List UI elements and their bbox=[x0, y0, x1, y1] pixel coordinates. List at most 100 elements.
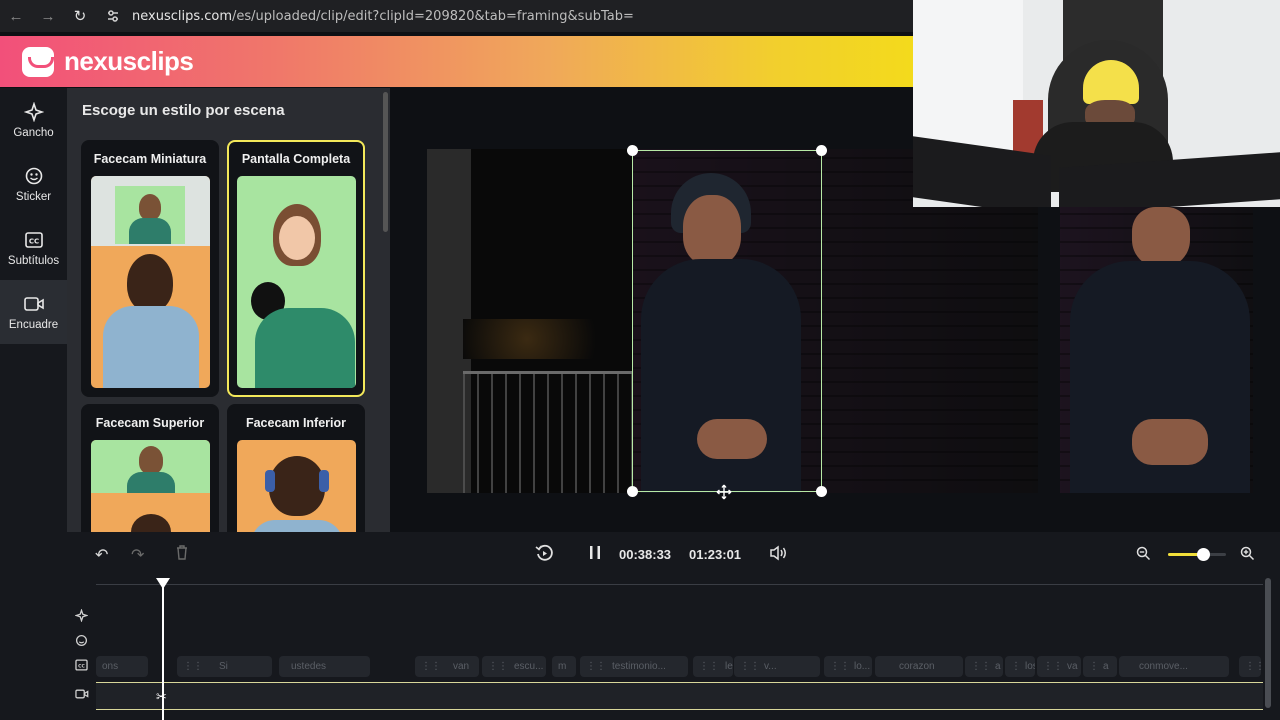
sidebar: Gancho Sticker CC Subtítulos Encuadre bbox=[0, 88, 67, 720]
timeline: ↶ ↷ 00:38:33 01:23:01 CC ons ⋮⋮ Si ustede… bbox=[67, 532, 1280, 720]
subtitle-text: van bbox=[453, 661, 470, 672]
style-thumbnail bbox=[91, 440, 210, 532]
subtitle-chip[interactable]: ⋮⋮ escu... bbox=[482, 656, 546, 677]
subtitle-chip[interactable]: ⋮⋮ va bbox=[1037, 656, 1081, 677]
subtitle-chip[interactable]: ⋮⋮ a bbox=[965, 656, 1003, 677]
style-card-facecam-inferior[interactable]: Facecam Inferior bbox=[227, 404, 365, 532]
trash-icon[interactable] bbox=[175, 544, 189, 565]
replay-icon[interactable] bbox=[535, 544, 554, 568]
url-path: /es/uploaded/clip/edit?clipId=209820&tab… bbox=[232, 8, 634, 24]
zoom-slider[interactable] bbox=[1168, 548, 1226, 561]
cc-icon: CC bbox=[75, 659, 88, 674]
sidebar-item-subtitulos[interactable]: CC Subtítulos bbox=[0, 216, 67, 280]
subtitle-text: escu... bbox=[514, 661, 544, 672]
move-icon[interactable] bbox=[716, 484, 732, 500]
subtitle-text: los bbox=[1025, 661, 1035, 672]
address-bar[interactable]: nexusclips.com/es/uploaded/clip/edit?cli… bbox=[102, 5, 634, 27]
subtitle-text: Si bbox=[219, 661, 228, 672]
video-track[interactable] bbox=[96, 682, 1263, 710]
style-card-label: Facecam Miniatura bbox=[93, 152, 207, 166]
subtitle-text: testimonio... bbox=[612, 661, 666, 672]
subtitle-chip[interactable]: ⋮⋮les bbox=[693, 656, 733, 677]
subtitle-text: a bbox=[995, 661, 1001, 672]
zoom-out-icon[interactable] bbox=[1136, 546, 1151, 566]
style-card-label: Facecam Inferior bbox=[245, 416, 347, 430]
undo-icon[interactable]: ↶ bbox=[95, 545, 108, 565]
sparkle-icon bbox=[22, 100, 45, 124]
crop-handle-top-right[interactable] bbox=[816, 145, 827, 156]
subtitle-chip[interactable]: ⋮⋮ lo... bbox=[824, 656, 872, 677]
subtitle-chip[interactable]: corazon bbox=[875, 656, 963, 677]
url-host: nexusclips.com bbox=[132, 8, 233, 24]
night-background bbox=[427, 149, 632, 493]
subtitle-text: les bbox=[725, 661, 733, 672]
volume-icon[interactable] bbox=[769, 545, 788, 566]
svg-text:CC: CC bbox=[78, 663, 85, 669]
subtitle-chip[interactable]: conmove... bbox=[1119, 656, 1229, 677]
timeline-ruler bbox=[96, 584, 1263, 585]
svg-text:CC: CC bbox=[28, 237, 38, 245]
subtitle-text: conmove... bbox=[1139, 661, 1188, 672]
url-text: nexusclips.com/es/uploaded/clip/edit?cli… bbox=[132, 9, 634, 24]
style-card-facecam-superior[interactable]: Facecam Superior bbox=[81, 404, 219, 532]
subtitle-chip[interactable]: ons bbox=[96, 656, 148, 677]
output-preview bbox=[1060, 207, 1253, 493]
sidebar-item-label: Sticker bbox=[15, 190, 52, 203]
subtitle-chip[interactable]: ⋮⋮ v... bbox=[734, 656, 820, 677]
sidebar-item-sticker[interactable]: Sticker bbox=[0, 152, 67, 216]
style-thumbnail bbox=[237, 176, 356, 388]
subtitle-chip[interactable]: ⋮⋮ van bbox=[415, 656, 479, 677]
site-settings-icon[interactable] bbox=[102, 5, 124, 27]
style-panel: Escoge un estilo por escena Facecam Mini… bbox=[67, 88, 390, 532]
subtitle-text: corazon bbox=[899, 661, 935, 672]
style-thumbnail bbox=[237, 440, 356, 532]
subtitle-chip[interactable]: ⋮los bbox=[1005, 656, 1035, 677]
sparkle-icon bbox=[74, 608, 89, 625]
redo-icon[interactable]: ↷ bbox=[131, 545, 144, 565]
app-header: nexusclips bbox=[0, 36, 913, 87]
pause-icon[interactable] bbox=[589, 545, 601, 565]
subtitle-text: a bbox=[1103, 661, 1109, 672]
scissors-icon[interactable]: ✂ bbox=[156, 689, 167, 705]
subtitle-text: ustedes bbox=[291, 661, 327, 672]
style-card-label: Pantalla Completa bbox=[241, 152, 351, 166]
video-camera-icon bbox=[75, 688, 89, 703]
subtitle-chip[interactable]: ⋮ a bbox=[1083, 656, 1117, 677]
panel-title: Escoge un estilo por escena bbox=[82, 102, 285, 119]
cc-icon: CC bbox=[24, 230, 44, 252]
forward-arrow-icon[interactable]: → bbox=[32, 0, 64, 32]
subtitle-chip[interactable]: ⋮⋮ testimonio... bbox=[580, 656, 688, 677]
reload-icon[interactable]: ↻ bbox=[64, 0, 96, 32]
zoom-in-icon[interactable] bbox=[1240, 546, 1255, 566]
subtitle-chip[interactable]: ustedes bbox=[279, 656, 370, 677]
sidebar-item-gancho[interactable]: Gancho bbox=[0, 88, 67, 152]
crop-frame[interactable] bbox=[632, 150, 822, 492]
subtitle-text: va bbox=[1067, 661, 1078, 672]
style-card-facecam-miniatura[interactable]: Facecam Miniatura bbox=[81, 140, 219, 397]
back-arrow-icon[interactable]: ← bbox=[0, 0, 32, 32]
webcam-overlay bbox=[913, 0, 1280, 207]
subtitle-chip[interactable]: ⋮⋮ Si bbox=[177, 656, 272, 677]
style-card-pantalla-completa[interactable]: Pantalla Completa bbox=[227, 140, 365, 397]
logo-icon bbox=[22, 46, 54, 77]
video-camera-icon bbox=[23, 294, 45, 316]
sidebar-item-label: Subtítulos bbox=[7, 254, 60, 267]
subtitle-chip[interactable]: ⋮⋮ bbox=[1239, 656, 1261, 677]
style-thumbnail bbox=[91, 176, 210, 388]
crop-handle-bottom-left[interactable] bbox=[627, 486, 638, 497]
zoom-slider-handle[interactable] bbox=[1196, 548, 1210, 561]
total-time: 01:23:01 bbox=[689, 547, 742, 562]
sticker-icon bbox=[24, 166, 44, 188]
sidebar-item-label: Encuadre bbox=[8, 318, 59, 331]
panel-scrollbar[interactable] bbox=[383, 92, 388, 232]
brand-name: nexusclips bbox=[64, 46, 194, 76]
sidebar-item-encuadre[interactable]: Encuadre bbox=[0, 280, 67, 344]
sidebar-item-label: Gancho bbox=[13, 126, 54, 139]
timeline-scrollbar[interactable] bbox=[1265, 578, 1271, 708]
style-card-label: Facecam Superior bbox=[95, 416, 205, 430]
current-time: 00:38:33 bbox=[619, 547, 672, 562]
crop-handle-bottom-right[interactable] bbox=[816, 486, 827, 497]
subtitle-chip[interactable]: m bbox=[552, 656, 576, 677]
crop-handle-top-left[interactable] bbox=[627, 145, 638, 156]
sticker-icon bbox=[75, 634, 88, 650]
